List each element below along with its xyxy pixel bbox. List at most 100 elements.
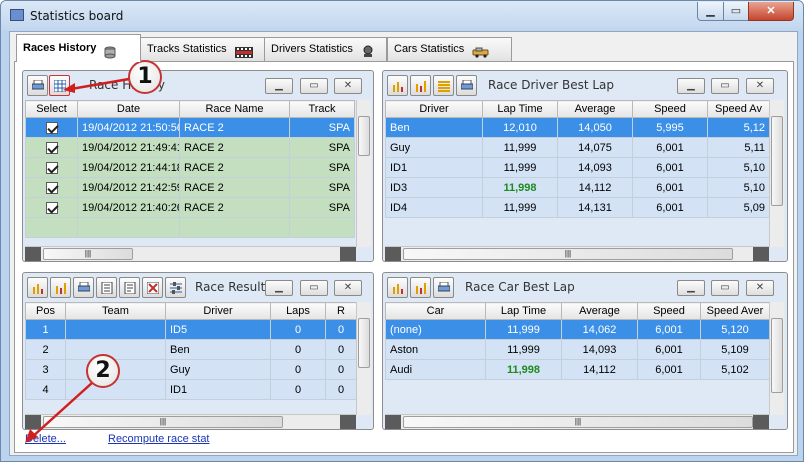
panel-close-button[interactable]: ✕ [746, 78, 774, 94]
scroll-thumb[interactable]: ||| [403, 416, 753, 428]
columns-settings-button[interactable] [165, 277, 186, 298]
scroll-left-arrow[interactable] [25, 415, 41, 429]
select-checkbox[interactable] [25, 117, 78, 138]
column-header[interactable]: Speed Aver [700, 302, 770, 320]
column-header[interactable]: R [325, 302, 357, 320]
table-row[interactable]: 2 Ben 0 0 [25, 339, 357, 360]
column-header[interactable]: Speed [637, 302, 701, 320]
column-header[interactable]: Driver [165, 302, 271, 320]
close-button[interactable]: ✕ [748, 2, 794, 21]
column-header[interactable]: Driver [385, 100, 483, 118]
horizontal-scrollbar[interactable]: ||| [25, 246, 356, 261]
tab-tracks-statistics[interactable]: Tracks Statistics [140, 37, 265, 61]
column-header[interactable]: Race Name [179, 100, 290, 118]
column-header[interactable]: Laps [270, 302, 326, 320]
print-button[interactable] [73, 277, 94, 298]
column-header[interactable]: Pos [25, 302, 66, 320]
tab-races-history[interactable]: Races History [16, 34, 141, 62]
tab-cars-statistics[interactable]: Cars Statistics [387, 37, 512, 61]
scroll-left-arrow[interactable] [25, 247, 41, 261]
table-row[interactable]: ID4 11,999 14,131 6,001 5,09 [385, 197, 770, 218]
column-header[interactable]: Team [65, 302, 166, 320]
list-chart-button[interactable] [433, 75, 454, 96]
table-row[interactable]: (none) 11,999 14,062 6,001 5,120 [385, 319, 770, 340]
panel-minimize-button[interactable]: ▁ [677, 280, 705, 296]
table-row[interactable]: ID1 11,999 14,093 6,001 5,10 [385, 157, 770, 178]
chart-button-1[interactable] [27, 277, 48, 298]
select-checkbox[interactable] [25, 157, 78, 178]
panel-minimize-button[interactable]: ▁ [265, 78, 293, 94]
column-header[interactable]: Select [25, 100, 78, 118]
panel-restore-button[interactable]: ▭ [711, 78, 739, 94]
scroll-right-arrow[interactable] [340, 247, 356, 261]
table-row[interactable]: Aston 11,999 14,093 6,001 5,109 [385, 339, 770, 360]
scroll-left-arrow[interactable] [385, 415, 401, 429]
panel-restore-button[interactable]: ▭ [300, 78, 328, 94]
scroll-right-arrow[interactable] [340, 415, 356, 429]
scroll-right-arrow[interactable] [753, 247, 769, 261]
select-checkbox[interactable] [25, 197, 78, 218]
chart-button-2[interactable] [410, 75, 431, 96]
column-header[interactable]: Speed [632, 100, 708, 118]
panel-close-button[interactable]: ✕ [334, 78, 362, 94]
column-header[interactable]: Average [561, 302, 638, 320]
chart-button-2[interactable] [410, 277, 431, 298]
select-checkbox[interactable] [25, 137, 78, 158]
panel-close-button[interactable]: ✕ [334, 280, 362, 296]
vertical-scrollbar[interactable] [769, 100, 784, 247]
table-row[interactable]: 19/04/2012 21:42:59 RACE 2 SPA [25, 177, 355, 198]
document-button[interactable] [96, 277, 117, 298]
panel-minimize-button[interactable]: ▁ [677, 78, 705, 94]
maximize-button[interactable]: ▭ [723, 2, 749, 21]
table-row[interactable]: 1 ID5 0 0 [25, 319, 357, 340]
scroll-thumb[interactable] [358, 116, 370, 156]
chart-button-1[interactable] [387, 75, 408, 96]
scroll-thumb[interactable]: ||| [43, 416, 283, 428]
print-button[interactable] [27, 75, 48, 96]
table-row[interactable]: 19/04/2012 21:44:18 RACE 2 SPA [25, 157, 355, 178]
table-row[interactable]: 19/04/2012 21:49:41 RACE 2 SPA [25, 137, 355, 158]
panel-restore-button[interactable]: ▭ [711, 280, 739, 296]
scroll-thumb[interactable] [358, 318, 370, 368]
column-header[interactable]: Date [77, 100, 180, 118]
scroll-right-arrow[interactable] [753, 415, 769, 429]
vertical-scrollbar[interactable] [356, 302, 371, 415]
column-header[interactable]: Average [557, 100, 633, 118]
print-button[interactable] [456, 75, 477, 96]
scroll-thumb[interactable]: ||| [43, 248, 133, 260]
table-row[interactable]: 3 Guy 0 0 [25, 359, 357, 380]
table-row[interactable]: ID3 11,998 14,112 6,001 5,10 [385, 177, 770, 198]
panel-close-button[interactable]: ✕ [746, 280, 774, 296]
horizontal-scrollbar[interactable]: ||| [385, 414, 769, 429]
vertical-scrollbar[interactable] [356, 100, 371, 247]
select-checkbox[interactable] [25, 177, 78, 198]
column-header[interactable]: Lap Time [485, 302, 562, 320]
print-button[interactable] [433, 277, 454, 298]
table-row[interactable]: 19/04/2012 21:40:26 RACE 2 SPA [25, 197, 355, 218]
column-header[interactable]: Car [385, 302, 486, 320]
minimize-button[interactable]: ▁ [697, 2, 724, 21]
chart-button-2[interactable] [50, 277, 71, 298]
table-row[interactable]: Ben 12,010 14,050 5,995 5,12 [385, 117, 770, 138]
panel-minimize-button[interactable]: ▁ [265, 280, 293, 296]
panel-restore-button[interactable]: ▭ [300, 280, 328, 296]
scroll-thumb[interactable] [771, 318, 783, 393]
table-row[interactable]: 4 ID1 0 0 [25, 379, 357, 400]
select-all-button[interactable] [49, 75, 70, 96]
scroll-left-arrow[interactable] [385, 247, 401, 261]
horizontal-scrollbar[interactable]: ||| [25, 414, 356, 429]
column-header[interactable]: Lap Time [482, 100, 558, 118]
table-row[interactable]: Guy 11,999 14,075 6,001 5,11 [385, 137, 770, 158]
chart-button-1[interactable] [387, 277, 408, 298]
recompute-race-stat-link[interactable]: Recompute race stat [108, 433, 210, 445]
delete-link[interactable]: Delete... [25, 433, 66, 445]
tab-drivers-statistics[interactable]: Drivers Statistics [264, 37, 387, 61]
vertical-scrollbar[interactable] [769, 302, 784, 415]
table-row[interactable]: 19/04/2012 21:50:56 RACE 2 SPA [25, 117, 355, 138]
document-list-button[interactable] [119, 277, 140, 298]
table-row[interactable]: Audi 11,998 14,112 6,001 5,102 [385, 359, 770, 380]
column-header[interactable]: Speed Av [707, 100, 770, 118]
column-header[interactable]: Track [289, 100, 355, 118]
horizontal-scrollbar[interactable]: ||| [385, 246, 769, 261]
scroll-thumb[interactable] [771, 116, 783, 206]
